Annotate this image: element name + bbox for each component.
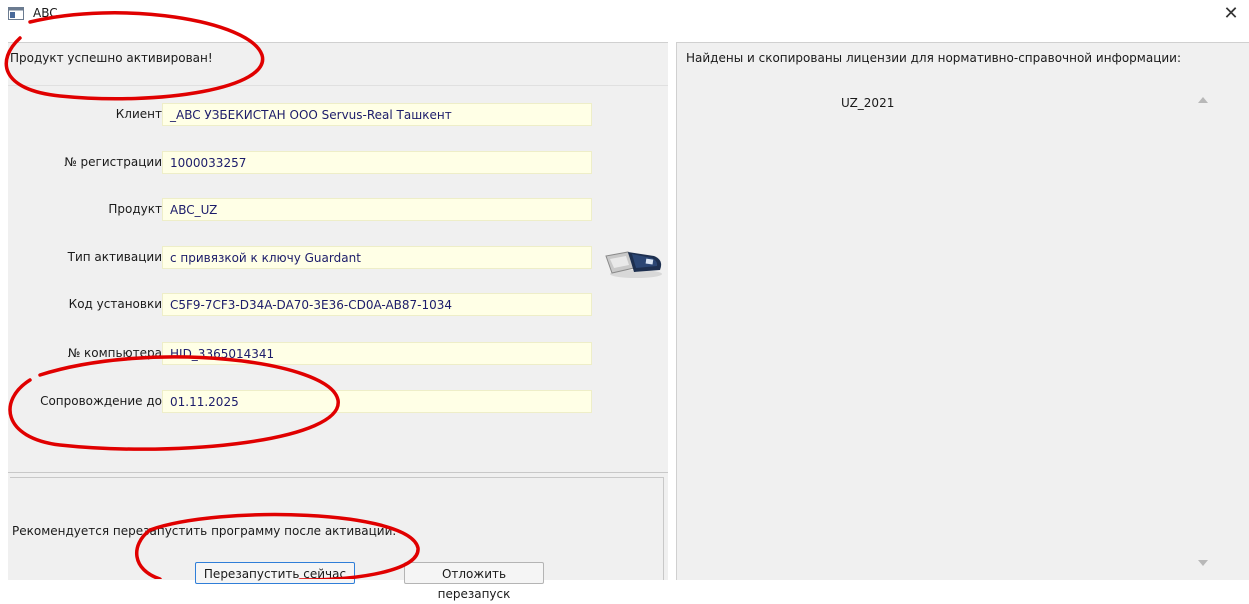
product-field[interactable]: ABC_UZ [162, 198, 592, 221]
list-item[interactable]: UZ_2021 [841, 96, 894, 110]
close-icon: ✕ [1223, 3, 1239, 24]
client-row: Клиент _ABC УЗБЕКИСТАН ООО Servus-Real Т… [8, 103, 608, 127]
registration-label: № регистрации [64, 155, 162, 169]
title-bar: ABC ✕ [0, 0, 1249, 28]
computer-id-label: № компьютера [67, 346, 162, 360]
licenses-scrollbar[interactable] [1189, 85, 1217, 580]
support-until-field[interactable]: 01.11.2025 [162, 390, 592, 413]
activation-type-label: Тип активации [67, 250, 162, 264]
support-until-row: Сопровождение до 01.11.2025 [8, 390, 608, 414]
product-row: Продукт ABC_UZ [8, 198, 608, 222]
app-window-icon [8, 7, 24, 20]
computer-id-field[interactable]: HID_3365014341 [162, 342, 592, 365]
scroll-up-arrow-icon[interactable] [1198, 97, 1208, 103]
install-code-field[interactable]: C5F9-7CF3-D34A-DA70-3E36-CD0A-AB87-1034 [162, 293, 592, 316]
computer-id-row: № компьютера HID_3365014341 [8, 342, 608, 366]
status-message: Продукт успешно активирован! [10, 51, 213, 65]
activation-form: Клиент _ABC УЗБЕКИСТАН ООО Servus-Real Т… [8, 85, 668, 473]
scroll-down-arrow-icon[interactable] [1198, 560, 1208, 566]
client-label: Клиент [115, 107, 162, 121]
product-label: Продукт [108, 202, 162, 216]
registration-row: № регистрации 1000033257 [8, 151, 608, 175]
client-field[interactable]: _ABC УЗБЕКИСТАН ООО Servus-Real Ташкент [162, 103, 592, 126]
close-button[interactable]: ✕ [1213, 0, 1249, 28]
licenses-title: Найдены и скопированы лицензии для норма… [686, 51, 1181, 65]
activation-type-row: Тип активации с привязкой к ключу Guarda… [8, 246, 608, 270]
licenses-panel: Найдены и скопированы лицензии для норма… [676, 42, 1249, 580]
restart-recommendation: Рекомендуется перезапустить программу по… [12, 524, 397, 538]
window-title: ABC [33, 6, 58, 20]
restart-now-button[interactable]: Перезапустить сейчас [195, 562, 355, 584]
install-code-label: Код установки [68, 297, 162, 311]
restart-section: Рекомендуется перезапустить программу по… [8, 465, 668, 601]
activation-panel: Продукт успешно активирован! Клиент _ABC… [8, 42, 668, 601]
support-until-label: Сопровождение до [40, 394, 162, 408]
activation-type-field[interactable]: с привязкой к ключу Guardant [162, 246, 592, 269]
postpone-restart-button[interactable]: Отложить перезапуск [404, 562, 544, 601]
usb-dongle-icon [605, 251, 662, 278]
registration-field[interactable]: 1000033257 [162, 151, 592, 174]
install-code-row: Код установки C5F9-7CF3-D34A-DA70-3E36-C… [8, 293, 608, 317]
licenses-list[interactable]: UZ_2021 [685, 85, 1195, 580]
